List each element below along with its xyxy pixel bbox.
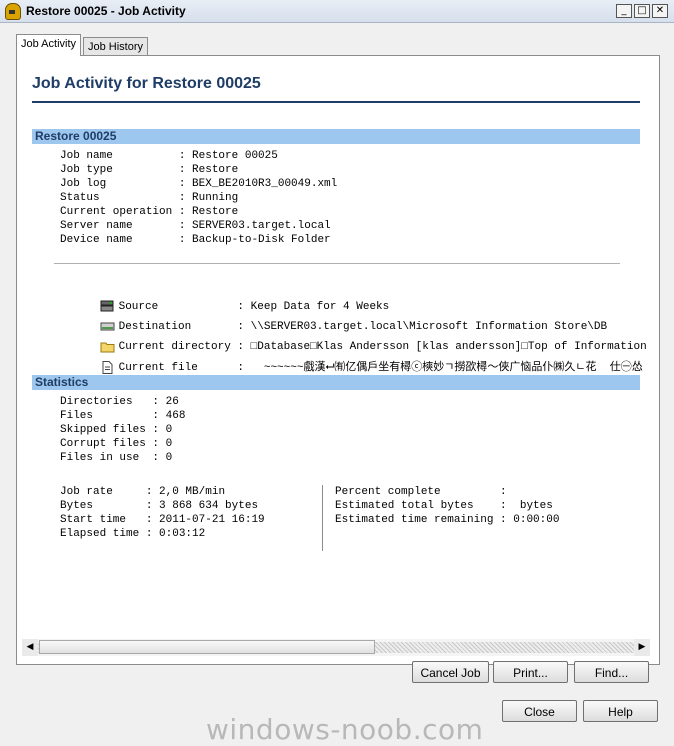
bytes-row: Bytes : 3 868 634 bytes xyxy=(60,500,259,512)
statistics-column-divider xyxy=(322,485,323,551)
horizontal-scrollbar[interactable]: ◀ ▶ xyxy=(22,639,650,656)
directories-row: Directories : 26 xyxy=(60,396,179,408)
job-rate-row: Job rate : 2,0 MB/min xyxy=(60,486,226,498)
source-row: Source : Keep Data for 4 Weeks xyxy=(60,280,389,313)
device-name-row: Device name : Backup-to-Disk Folder xyxy=(60,234,331,246)
tab-panel: Job Activity for Restore 00025 Restore 0… xyxy=(16,55,660,665)
statistics-section-header: Statistics xyxy=(32,375,640,390)
scroll-left-arrow-icon[interactable]: ◀ xyxy=(22,639,38,656)
estimated-total-bytes-row: Estimated total bytes : bytes xyxy=(335,500,553,512)
job-type-row: Job type : Restore xyxy=(60,164,239,176)
window-title: Restore 00025 - Job Activity xyxy=(26,4,186,18)
status-row: Status : Running xyxy=(60,192,239,204)
section-divider xyxy=(54,263,620,264)
start-time-row: Start time : 2011-07-21 16:19 xyxy=(60,514,265,526)
backup-exec-icon xyxy=(5,3,21,20)
title-bar: Restore 00025 - Job Activity _ □ ✕ xyxy=(0,0,674,23)
cancel-job-button[interactable]: Cancel Job xyxy=(412,661,489,683)
scroll-thumb[interactable] xyxy=(39,640,375,654)
files-row: Files : 468 xyxy=(60,410,186,422)
destination-row: Destination : \\SERVER03.target.local\Mi… xyxy=(60,300,607,333)
watermark: windows-noob.com xyxy=(206,713,484,746)
close-button[interactable]: Close xyxy=(502,700,577,722)
job-name-row: Job name : Restore 00025 xyxy=(60,150,278,162)
restore-section-header: Restore 00025 xyxy=(32,129,640,144)
current-operation-row: Current operation : Restore xyxy=(60,206,239,218)
scroll-right-arrow-icon[interactable]: ▶ xyxy=(634,639,650,656)
help-button[interactable]: Help xyxy=(583,700,658,722)
estimated-time-remaining-row: Estimated time remaining : 0:00:00 xyxy=(335,514,560,526)
title-rule xyxy=(32,101,640,103)
minimize-button[interactable]: _ xyxy=(616,4,632,18)
files-in-use-row: Files in use : 0 xyxy=(60,452,173,464)
print-button[interactable]: Print... xyxy=(493,661,568,683)
tab-job-activity[interactable]: Job Activity xyxy=(16,34,82,56)
current-directory-row: Current directory : □Database□Klas Ander… xyxy=(60,320,650,353)
document-icon xyxy=(100,360,115,374)
corrupt-files-row: Corrupt files : 0 xyxy=(60,438,173,450)
skipped-files-row: Skipped files : 0 xyxy=(60,424,173,436)
percent-complete-row: Percent complete : xyxy=(335,486,514,498)
elapsed-time-row: Elapsed time : 0:03:12 xyxy=(60,528,206,540)
page-title: Job Activity for Restore 00025 xyxy=(32,75,261,92)
maximize-button[interactable]: □ xyxy=(634,4,650,18)
close-window-button[interactable]: ✕ xyxy=(652,4,668,18)
activity-content: Job Activity for Restore 00025 Restore 0… xyxy=(22,61,650,639)
current-file-row: Current file : ~~~~~~戲漢⮠㈲亿偶戶坐有樳ⓒ樉妙ㄱ撈欩樳～俠… xyxy=(60,341,643,374)
find-button[interactable]: Find... xyxy=(574,661,649,683)
tab-job-history[interactable]: Job History xyxy=(83,37,149,56)
job-log-row: Job log : BEX_BE2010R3_00049.xml xyxy=(60,178,338,190)
server-name-row: Server name : SERVER03.target.local xyxy=(60,220,331,232)
